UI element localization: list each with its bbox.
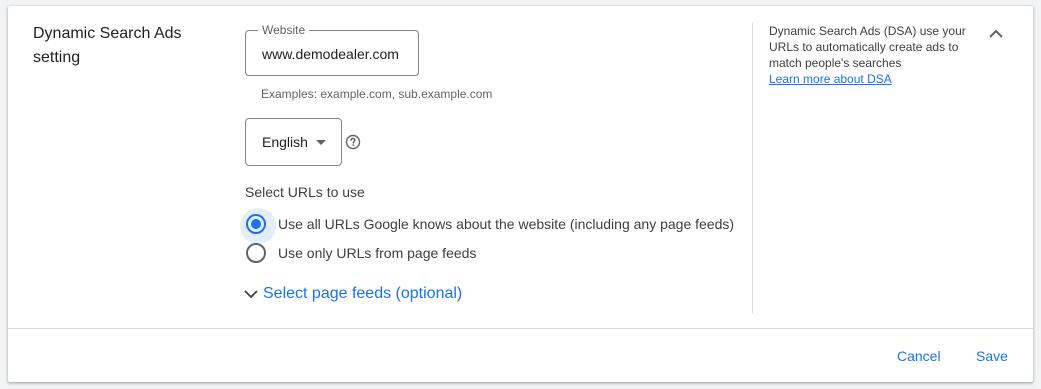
urls-section-label: Select URLs to use — [245, 184, 365, 200]
dsa-settings-card: Dynamic Search Ads setting Website Examp… — [8, 6, 1033, 382]
cancel-button[interactable]: Cancel — [897, 346, 941, 366]
dropdown-arrow-icon — [316, 140, 326, 145]
select-page-feeds-label: Select page feeds (optional) — [263, 285, 463, 302]
footer-divider — [8, 328, 1033, 329]
section-title: Dynamic Search Ads setting — [33, 25, 182, 66]
website-field-label: Website — [258, 23, 310, 37]
radio-option-label: Use all URLs Google knows about the webs… — [278, 216, 735, 232]
language-selected-value: English — [262, 134, 308, 150]
chevron-down-icon — [244, 290, 258, 299]
learn-more-link[interactable]: Learn more about DSA — [769, 72, 892, 86]
radio-focus-halo — [240, 208, 276, 244]
radio-option-label: Use only URLs from page feeds — [278, 245, 477, 261]
dsa-info-text: Dynamic Search Ads (DSA) use your URLs t… — [769, 24, 966, 70]
save-button[interactable]: Save — [976, 346, 1008, 366]
select-page-feeds-toggle[interactable]: Select page feeds (optional) — [243, 284, 462, 304]
language-select[interactable]: English — [245, 118, 342, 166]
vertical-divider — [752, 22, 753, 314]
website-field[interactable]: Website — [245, 23, 419, 76]
website-hint: Examples: example.com, sub.example.com — [261, 87, 493, 101]
chevron-up-icon[interactable] — [986, 24, 1006, 44]
help-circle-icon[interactable] — [345, 134, 361, 150]
website-input[interactable] — [262, 43, 412, 65]
radio-button-unchecked[interactable] — [246, 243, 266, 263]
radio-option-all-urls[interactable]: Use all URLs Google knows about the webs… — [240, 208, 735, 244]
radio-option-page-feeds-only[interactable]: Use only URLs from page feeds — [246, 243, 476, 263]
radio-button-checked[interactable] — [240, 208, 276, 244]
dsa-info-panel: Dynamic Search Ads (DSA) use your URLs t… — [769, 23, 974, 87]
